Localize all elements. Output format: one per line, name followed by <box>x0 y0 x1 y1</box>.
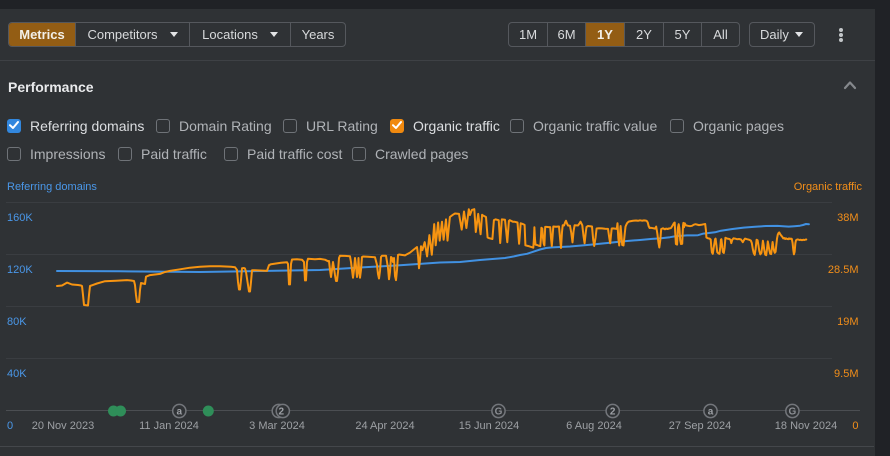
svg-text:a: a <box>177 407 183 418</box>
svg-text:G: G <box>495 407 503 418</box>
svg-text:a: a <box>708 407 714 418</box>
svg-text:2: 2 <box>279 407 285 418</box>
svg-text:G: G <box>789 407 797 418</box>
svg-text:2: 2 <box>610 407 616 418</box>
